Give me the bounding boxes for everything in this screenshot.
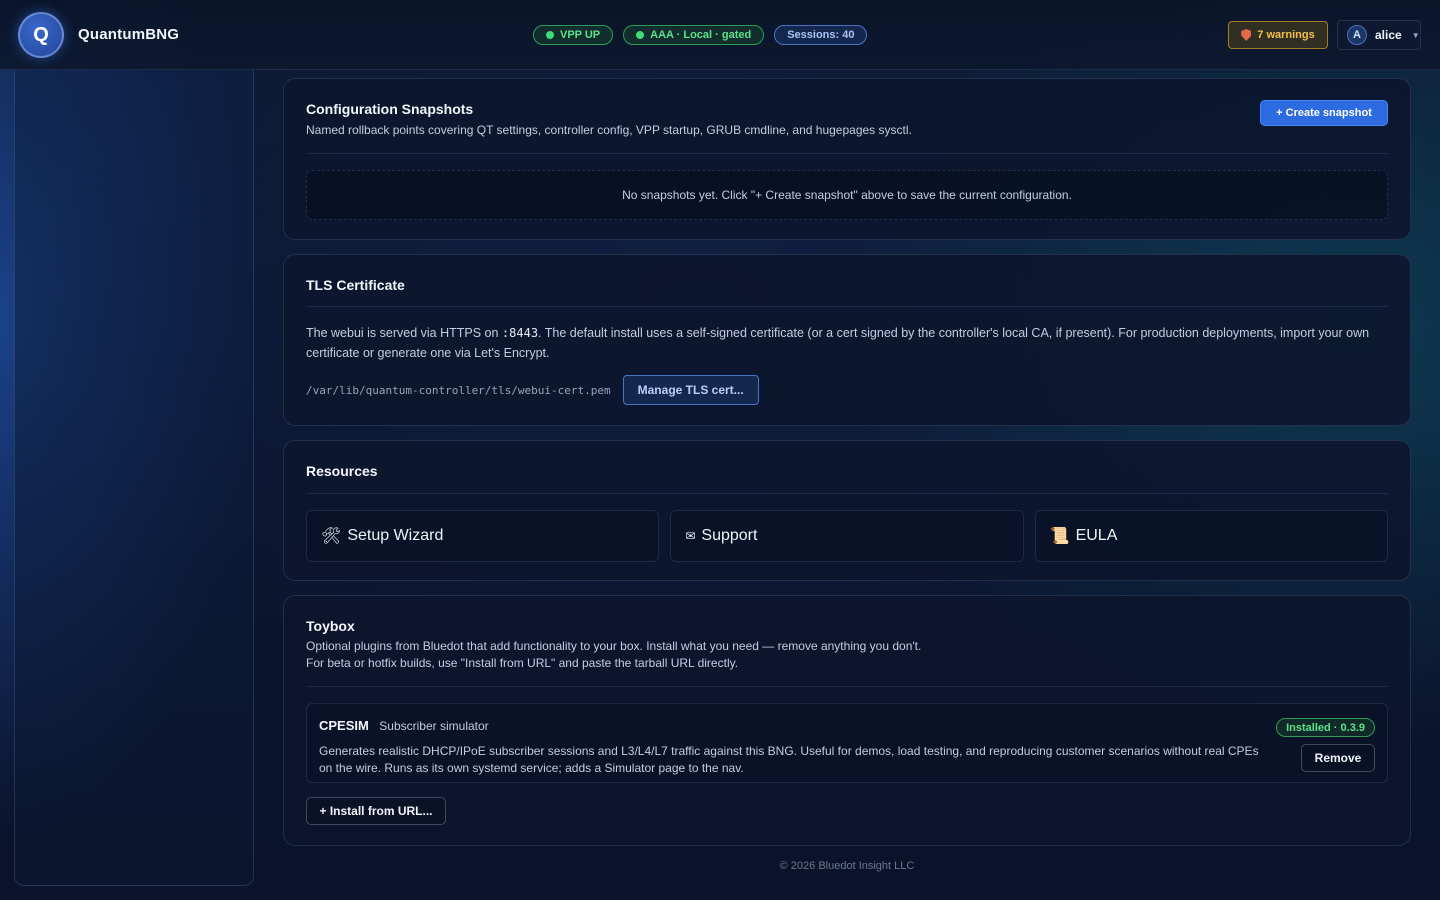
resources-grid: 🛠 Setup Wizard ✉ Support 📜 EULA <box>306 510 1388 562</box>
resources-card: Resources 🛠 Setup Wizard ✉ Support 📜 EUL… <box>283 440 1411 581</box>
warnings-label: 7 warnings <box>1257 29 1315 41</box>
divider <box>306 306 1388 307</box>
plugin-description: Generates realistic DHCP/IPoE subscriber… <box>319 744 1259 775</box>
eula-label: EULA <box>1075 527 1118 544</box>
user-name: alice <box>1375 28 1402 42</box>
vpp-status-badge[interactable]: VPP UP <box>533 25 614 45</box>
setup-wizard-link[interactable]: 🛠 Setup Wizard <box>306 510 660 562</box>
status-pills: VPP UP AAA · Local · gated Sessions: 40 <box>533 25 868 45</box>
sessions-label: Sessions: 40 <box>787 29 855 41</box>
install-from-url-button[interactable]: + Install from URL... <box>306 797 446 825</box>
snapshots-empty-state: No snapshots yet. Click "+ Create snapsh… <box>306 170 1388 220</box>
warnings-button[interactable]: 7 warnings <box>1228 21 1328 49</box>
support-label: Support <box>701 527 758 544</box>
divider <box>306 153 1388 154</box>
tls-description: The webui is served via HTTPS on :8443. … <box>306 323 1388 363</box>
brand-name[interactable]: QuantumBNG <box>78 26 179 43</box>
plugin-card-cpesim: CPESIM Subscriber simulator Generates re… <box>306 703 1388 783</box>
sessions-badge[interactable]: Sessions: 40 <box>774 25 868 45</box>
envelope-icon: ✉ <box>685 529 696 543</box>
manage-tls-button[interactable]: Manage TLS cert... <box>622 375 759 405</box>
installed-badge: Installed · 0.3.9 <box>1276 718 1375 737</box>
create-snapshot-button[interactable]: + Create snapshot <box>1260 100 1388 126</box>
tls-port: :8443 <box>501 326 539 340</box>
hammer-wrench-icon: 🛠 <box>321 528 342 545</box>
remove-plugin-button[interactable]: Remove <box>1301 744 1375 772</box>
user-menu-button[interactable]: A alice ▼ <box>1337 20 1421 50</box>
logo[interactable]: Q <box>18 12 64 58</box>
toybox-intro-line1: Optional plugins from Bluedot that add f… <box>306 639 922 653</box>
plugin-name: CPESIM <box>319 718 369 733</box>
cert-path: /var/lib/quantum-controller/tls/webui-ce… <box>306 383 611 397</box>
tls-actions-row: /var/lib/quantum-controller/tls/webui-ce… <box>306 375 1388 405</box>
status-dot-icon <box>546 31 554 39</box>
setup-wizard-label: Setup Wizard <box>347 527 444 544</box>
avatar: A <box>1347 25 1367 45</box>
footer-copyright: © 2026 Bluedot Insight LLC <box>779 860 915 872</box>
top-bar: Q QuantumBNG VPP UP AAA · Local · gated … <box>0 0 1440 70</box>
divider <box>306 686 1388 687</box>
vpp-status-label: VPP UP <box>560 29 601 41</box>
eula-link[interactable]: 📜 EULA <box>1034 510 1388 562</box>
support-link[interactable]: ✉ Support <box>670 510 1024 562</box>
aaa-status-label: AAA · Local · gated <box>650 29 752 41</box>
snapshots-card: Configuration Snapshots Named rollback p… <box>283 78 1411 240</box>
chevron-down-icon: ▼ <box>1411 30 1420 40</box>
tls-card: TLS Certificate The webui is served via … <box>283 254 1411 426</box>
tls-desc-before: The webui is served via HTTPS on <box>306 326 502 340</box>
divider <box>306 493 1388 494</box>
toybox-card: Toybox Optional plugins from Bluedot tha… <box>283 595 1411 846</box>
scroll-icon: 📜 <box>1049 528 1070 545</box>
toybox-title: Toybox <box>306 618 355 634</box>
sidebar <box>14 70 254 886</box>
toybox-intro-line2: For beta or hotfix builds, use "Install … <box>306 656 739 670</box>
tls-title: TLS Certificate <box>306 277 405 293</box>
plugin-tagline: Subscriber simulator <box>379 719 489 733</box>
resources-title: Resources <box>306 463 378 479</box>
snapshots-title: Configuration Snapshots <box>306 101 474 117</box>
status-dot-icon <box>636 31 645 39</box>
snapshots-subtitle: Named rollback points covering QT settin… <box>306 123 912 137</box>
aaa-status-badge[interactable]: AAA · Local · gated <box>623 25 765 45</box>
shield-icon <box>1241 29 1252 41</box>
